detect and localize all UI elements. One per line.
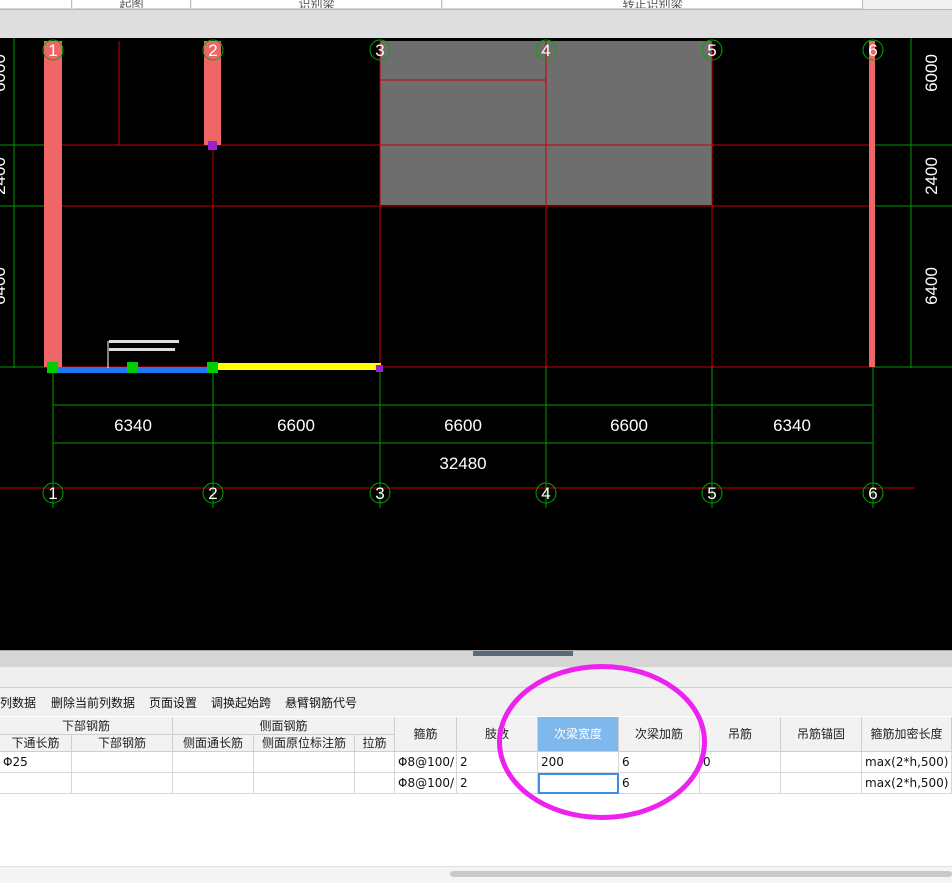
column-6[interactable] xyxy=(869,41,875,367)
right-dim: 2400 xyxy=(922,157,941,195)
col-header-secondary-beam-width[interactable]: 次梁宽度 xyxy=(538,717,619,752)
cell-secondary-beam-width[interactable] xyxy=(538,773,619,794)
top-toolbar-label: 转正识别梁 xyxy=(622,0,683,9)
rebar-table: 下部钢筋 侧面钢筋 下通长筋 下部钢筋 侧面通长筋 侧面原位标注筋 拉筋 箍筋 … xyxy=(0,717,952,857)
cell-bottom-rebar[interactable] xyxy=(72,773,173,794)
total-dim: 32480 xyxy=(439,454,486,473)
toolbar-spacer xyxy=(0,10,952,38)
cell-hanger-anchor[interactable] xyxy=(781,752,862,773)
top-toolbar-row: 起图 识别梁 转正识别梁 xyxy=(0,0,952,10)
cell-dense-length[interactable]: max(2*h,500) xyxy=(862,752,952,773)
cell-side-in-place[interactable] xyxy=(254,773,355,794)
grip-node[interactable] xyxy=(208,141,217,150)
left-dim: 6000 xyxy=(0,54,9,92)
span-dim: 6600 xyxy=(277,416,315,435)
cell-bottom-rebar[interactable] xyxy=(72,752,173,773)
cell-tie[interactable] xyxy=(355,752,395,773)
grip-node[interactable] xyxy=(127,362,138,373)
axis-label-top: 3 xyxy=(375,41,384,60)
col-header-hanger[interactable]: 吊筋 xyxy=(700,717,781,752)
cell-bottom-through[interactable] xyxy=(0,773,72,794)
top-toolbar-label: 起图 xyxy=(119,0,144,9)
cell-hanger-anchor[interactable] xyxy=(781,773,862,794)
column-1[interactable] xyxy=(44,41,62,367)
horizontal-scrollbar[interactable] xyxy=(0,866,952,883)
left-dim: 2400 xyxy=(0,157,9,195)
top-toolbar-cell[interactable] xyxy=(0,0,72,9)
beam-yellow[interactable] xyxy=(213,363,381,370)
toolbar-item-column-data[interactable]: 列数据 xyxy=(0,694,36,711)
cell-legs[interactable]: 2 xyxy=(457,773,538,794)
top-toolbar-label: 识别梁 xyxy=(298,0,335,9)
panel-header xyxy=(0,667,952,688)
group-header-bottom-rebar: 下部钢筋 xyxy=(0,717,173,735)
splitter-grip[interactable] xyxy=(473,651,573,656)
cell-stirrup[interactable]: Φ8@100/ xyxy=(395,752,457,773)
cell-hanger[interactable] xyxy=(700,773,781,794)
axis-label-top: 2 xyxy=(208,41,217,60)
cad-drawing: 1 2 3 4 5 6 1 2 3 4 5 6 6340 6600 6600 6… xyxy=(0,38,952,508)
span-dim: 6600 xyxy=(444,416,482,435)
col-header-hanger-anchor[interactable]: 吊筋锚固 xyxy=(781,717,862,752)
toolbar-item-page-setup[interactable]: 页面设置 xyxy=(149,694,197,711)
cell-hanger[interactable]: 0 xyxy=(700,752,781,773)
axis-bubbles-bottom xyxy=(42,482,884,504)
cell-legs[interactable]: 2 xyxy=(457,752,538,773)
col-header-legs[interactable]: 肢数 xyxy=(457,717,538,752)
grip-node[interactable] xyxy=(207,362,218,373)
axis-label-top: 1 xyxy=(48,41,57,60)
toolbar-item-delete-column-data[interactable]: 删除当前列数据 xyxy=(51,694,135,711)
axis-label-bottom: 5 xyxy=(707,484,716,503)
col-header-side-through[interactable]: 侧面通长筋 xyxy=(173,735,254,752)
grip-node[interactable] xyxy=(376,365,383,372)
span-dim: 6600 xyxy=(610,416,648,435)
axis-label-bottom: 6 xyxy=(868,484,877,503)
cell-side-through[interactable] xyxy=(173,752,254,773)
toolbar-item-swap-start-span[interactable]: 调换起始跨 xyxy=(211,694,271,711)
axis-label-bottom: 4 xyxy=(541,484,550,503)
col-header-dense-length[interactable]: 箍筋加密长度 xyxy=(862,717,952,752)
cell-side-in-place[interactable] xyxy=(254,752,355,773)
cad-canvas[interactable]: 1 2 3 4 5 6 1 2 3 4 5 6 6340 6600 6600 6… xyxy=(0,38,952,650)
span-dim: 6340 xyxy=(773,416,811,435)
axis-label-bottom: 1 xyxy=(48,484,57,503)
axis-label-top: 5 xyxy=(707,41,716,60)
panel-splitter[interactable] xyxy=(0,650,952,668)
col-header-side-in-place[interactable]: 侧面原位标注筋 xyxy=(254,735,355,752)
top-toolbar-cell[interactable]: 转正识别梁 xyxy=(443,0,863,9)
span-dim: 6340 xyxy=(114,416,152,435)
top-toolbar-cell[interactable]: 识别梁 xyxy=(192,0,442,9)
left-dim: 6400 xyxy=(0,267,9,305)
col-header-stirrup[interactable]: 箍筋 xyxy=(395,717,457,752)
axis-label-top: 4 xyxy=(541,41,550,60)
beam-annotation xyxy=(109,348,175,351)
top-toolbar-cell[interactable]: 起图 xyxy=(73,0,191,9)
col-header-bottom-rebar[interactable]: 下部钢筋 xyxy=(72,735,173,752)
cell-tie[interactable] xyxy=(355,773,395,794)
right-dim: 6000 xyxy=(922,54,941,92)
cell-dense-length[interactable]: max(2*h,500) xyxy=(862,773,952,794)
grip-node[interactable] xyxy=(47,362,58,373)
scrollbar-thumb[interactable] xyxy=(450,871,952,877)
cell-bottom-through[interactable]: Φ25 xyxy=(0,752,72,773)
axis-label-top: 6 xyxy=(868,41,877,60)
axis-label-bottom: 2 xyxy=(208,484,217,503)
cell-side-through[interactable] xyxy=(173,773,254,794)
col-header-bottom-through[interactable]: 下通长筋 xyxy=(0,735,72,752)
cell-secondary-beam-add[interactable]: 6 xyxy=(619,752,700,773)
cell-secondary-beam-width[interactable]: 200 xyxy=(538,752,619,773)
table-toolbar: 列数据 删除当前列数据 页面设置 调换起始跨 悬臂钢筋代号 xyxy=(0,688,952,716)
group-header-side-rebar: 侧面钢筋 xyxy=(173,717,395,735)
cell-secondary-beam-add[interactable]: 6 xyxy=(619,773,700,794)
toolbar-item-cantilever-code[interactable]: 悬臂钢筋代号 xyxy=(285,694,357,711)
col-header-secondary-beam-add[interactable]: 次梁加筋 xyxy=(619,717,700,752)
cell-stirrup[interactable]: Φ8@100/ xyxy=(395,773,457,794)
col-header-tie[interactable]: 拉筋 xyxy=(355,735,395,752)
beam-annotation xyxy=(109,340,179,343)
right-dim: 6400 xyxy=(922,267,941,305)
top-toolbar: 起图 识别梁 转正识别梁 xyxy=(0,0,952,38)
axis-label-bottom: 3 xyxy=(375,484,384,503)
